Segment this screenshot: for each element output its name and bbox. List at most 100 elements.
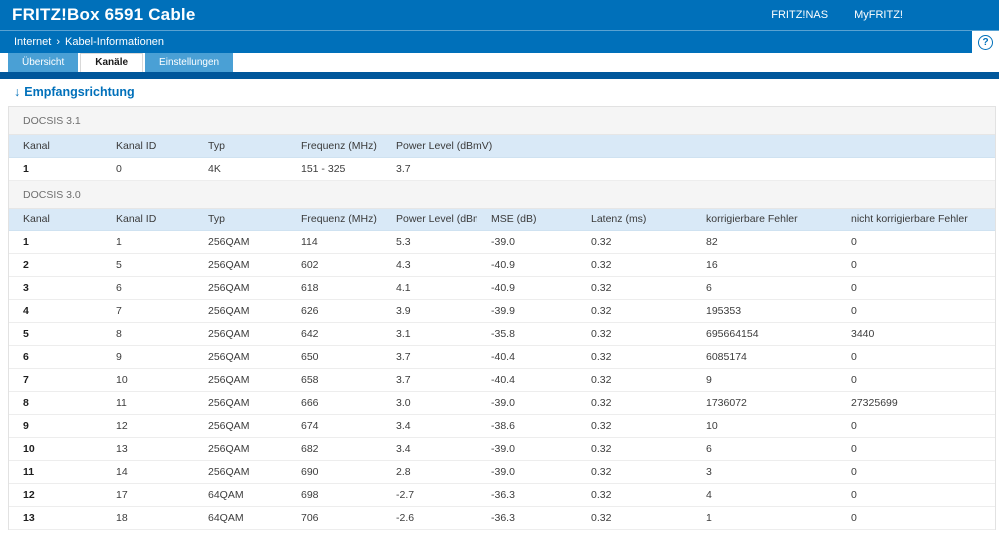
section-heading-empfangsrichtung[interactable]: ↓ Empfangsrichtung (14, 85, 999, 99)
cell: 0.32 (577, 322, 692, 346)
cell: 16 (692, 253, 837, 277)
cell: -39.0 (477, 230, 577, 254)
cell: 7 (102, 299, 194, 323)
cell: 0 (837, 253, 995, 277)
cell: 0.32 (577, 460, 692, 484)
cell: 10 (692, 414, 837, 438)
cell: 151 - 325 (287, 157, 382, 181)
table-row: 8 11 256QAM 666 3.0 -39.0 0.32 1736072 27325699 (9, 391, 995, 415)
cell: 11 (9, 460, 102, 484)
cell: -40.9 (477, 276, 577, 300)
breadcrumb-separator: › (56, 36, 60, 48)
cell: 0 (837, 368, 995, 392)
cell: 114 (287, 230, 382, 254)
cell: 6 (692, 437, 837, 461)
myfritz-link[interactable]: MyFRITZ! (854, 9, 903, 21)
cell: 0.32 (577, 506, 692, 530)
cell: 10 (9, 437, 102, 461)
column-header: Latenz (ms) (577, 208, 692, 231)
cell: 64QAM (194, 483, 287, 507)
table-row: 12 17 64QAM 698 -2.7 -36.3 0.32 4 0 (9, 483, 995, 507)
cell: 13 (102, 437, 194, 461)
header-links: FRITZ!NAS MyFRITZ! (771, 9, 903, 21)
app-header: FRITZ!Box 6591 Cable FRITZ!NAS MyFRITZ! (0, 0, 999, 30)
breadcrumb-item-internet[interactable]: Internet (14, 36, 51, 48)
cell: 3.4 (382, 414, 477, 438)
cell: -39.9 (477, 299, 577, 323)
cell: 256QAM (194, 299, 287, 323)
cell: 642 (287, 322, 382, 346)
cell: 0 (837, 345, 995, 369)
cell: 3.0 (382, 391, 477, 415)
cell: 0 (837, 483, 995, 507)
cell: 650 (287, 345, 382, 369)
cell: -39.0 (477, 460, 577, 484)
column-header: korrigierbare Fehler (692, 208, 837, 231)
docsis30-table: Kanal Kanal ID Typ Frequenz (MHz) Power Leve… (9, 208, 995, 530)
tab-uebersicht[interactable]: Übersicht (8, 53, 79, 72)
cell: 2.8 (382, 460, 477, 484)
cell: 602 (287, 253, 382, 277)
fritz-nas-link[interactable]: FRITZ!NAS (771, 9, 828, 21)
table-row: 1 1 256QAM 114 5.3 -39.0 0.32 82 0 (9, 230, 995, 254)
cell: -39.0 (477, 437, 577, 461)
cell: 7 (9, 368, 102, 392)
cell: 2 (9, 253, 102, 277)
cell: 1 (9, 230, 102, 254)
tab-kanaele[interactable]: Kanäle (80, 53, 144, 72)
cell: 1 (102, 230, 194, 254)
cell: 10 (102, 368, 194, 392)
table-row: 5 8 256QAM 642 3.1 -35.8 0.32 695664154 3440 (9, 322, 995, 346)
cell: 6085174 (692, 345, 837, 369)
cell: 256QAM (194, 391, 287, 415)
cell: 682 (287, 437, 382, 461)
column-header: Power Level (dBmV) (382, 135, 995, 158)
column-header: nicht korrigierbare Fehler (837, 208, 995, 231)
cell: 256QAM (194, 322, 287, 346)
column-header: Typ (194, 208, 287, 231)
cell: 5.3 (382, 230, 477, 254)
docsis30-caption: DOCSIS 3.0 (9, 180, 995, 209)
cell: 6 (102, 276, 194, 300)
cell: 698 (287, 483, 382, 507)
table-header-row: Kanal Kanal ID Typ Frequenz (MHz) Power Leve… (9, 208, 995, 231)
breadcrumb-item-kabel-informationen: Kabel-Informationen (64, 36, 165, 48)
cell: 1736072 (692, 391, 837, 415)
cell: 706 (287, 506, 382, 530)
cell: 0.32 (577, 230, 692, 254)
cell: 18 (102, 506, 194, 530)
column-header: Kanal (9, 135, 102, 158)
cell: 4 (692, 483, 837, 507)
cell: -36.3 (477, 483, 577, 507)
cell: 658 (287, 368, 382, 392)
column-header: Power Level (dBmV) (382, 208, 477, 231)
app-title: FRITZ!Box 6591 Cable (12, 5, 196, 24)
cell: 4.1 (382, 276, 477, 300)
cell: 195353 (692, 299, 837, 323)
column-header: Kanal ID (102, 135, 194, 158)
table-row: 11 14 256QAM 690 2.8 -39.0 0.32 3 0 (9, 460, 995, 484)
cell: 3.7 (382, 368, 477, 392)
cell: -40.4 (477, 345, 577, 369)
cell: 17 (102, 483, 194, 507)
docsis31-caption: DOCSIS 3.1 (9, 107, 995, 135)
cell: 6 (692, 276, 837, 300)
cell: 0 (102, 157, 194, 181)
cell: 0.32 (577, 414, 692, 438)
table-row: 9 12 256QAM 674 3.4 -38.6 0.32 10 0 (9, 414, 995, 438)
cell: 82 (692, 230, 837, 254)
cell: 5 (9, 322, 102, 346)
tab-einstellungen[interactable]: Einstellungen (145, 53, 234, 72)
help-icon[interactable]: ? (978, 35, 993, 50)
cell: 256QAM (194, 437, 287, 461)
cell: 3 (9, 276, 102, 300)
cell: 0 (837, 460, 995, 484)
cell: 27325699 (837, 391, 995, 415)
cell: 12 (9, 483, 102, 507)
cell: 11 (102, 391, 194, 415)
table-row: 7 10 256QAM 658 3.7 -40.4 0.32 9 0 (9, 368, 995, 392)
cell: 0.32 (577, 253, 692, 277)
docsis31-table: Kanal Kanal ID Typ Frequenz (MHz) Power Leve… (9, 135, 995, 181)
cell: 8 (102, 322, 194, 346)
cell: 0 (837, 506, 995, 530)
